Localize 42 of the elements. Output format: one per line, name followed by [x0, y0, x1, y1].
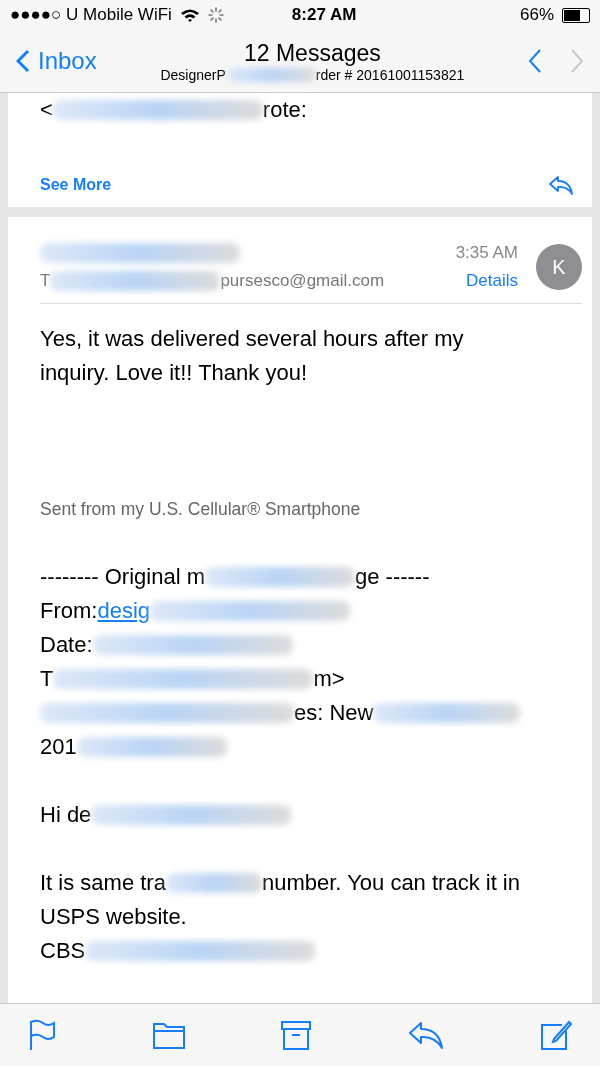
body-text: USPS website.	[40, 903, 187, 931]
quote-text: <	[40, 97, 53, 123]
body-text: Hi de	[40, 801, 92, 829]
reply-icon[interactable]	[407, 1021, 444, 1049]
signature-text: Sent from my U.S. Cellular® Smartphone	[40, 498, 361, 521]
carrier-signal: ●●●●○ U Mobile WiFi	[10, 5, 172, 25]
recipient-text: T	[40, 271, 51, 291]
folder-icon[interactable]	[152, 1021, 185, 1049]
clock: 8:27 AM	[291, 5, 358, 25]
details-link[interactable]: Details	[466, 271, 518, 291]
battery-icon	[562, 7, 590, 23]
message-time: 3:35 AM	[455, 243, 518, 263]
body-text: ge ------	[354, 563, 430, 591]
wifi-icon	[179, 7, 200, 23]
quote-text: rote:	[262, 97, 307, 123]
body-text: T	[40, 665, 54, 693]
body-text: CBS	[40, 937, 86, 965]
body-text: Date:	[40, 631, 93, 659]
reply-icon[interactable]	[548, 175, 574, 195]
compose-icon[interactable]	[540, 1019, 572, 1051]
body-text: es: New	[294, 699, 374, 727]
body-text: Yes, it was delivered several hours after my inquiry. Love it!! Thank you!	[40, 325, 465, 387]
body-text: It is same tra	[40, 869, 166, 897]
body-text: m>	[313, 665, 345, 693]
body-text: -------- Original m	[40, 563, 205, 591]
avatar: K	[536, 244, 582, 290]
thread-subject: DesignerP	[160, 66, 226, 83]
email-link[interactable]: desig	[97, 594, 151, 628]
battery-percent: 66%	[519, 5, 554, 25]
body-text: 201	[40, 733, 77, 761]
recipient-text: pursesco@gmail.com	[220, 271, 385, 291]
body-text: number. You can track it in	[261, 869, 520, 897]
activity-spinner-icon	[207, 7, 224, 23]
body-text: From:	[40, 597, 98, 625]
see-more-link[interactable]: See More	[40, 176, 112, 194]
inbox-back-button[interactable]: Inbox	[16, 47, 97, 75]
previous-message-icon[interactable]	[528, 48, 542, 74]
thread-title: 12 Messages	[243, 39, 381, 67]
flag-icon[interactable]	[28, 1019, 56, 1051]
archive-icon[interactable]	[281, 1020, 311, 1050]
back-chevron-icon[interactable]	[16, 49, 30, 73]
thread-subject: rder # 20161001153821	[315, 66, 465, 83]
